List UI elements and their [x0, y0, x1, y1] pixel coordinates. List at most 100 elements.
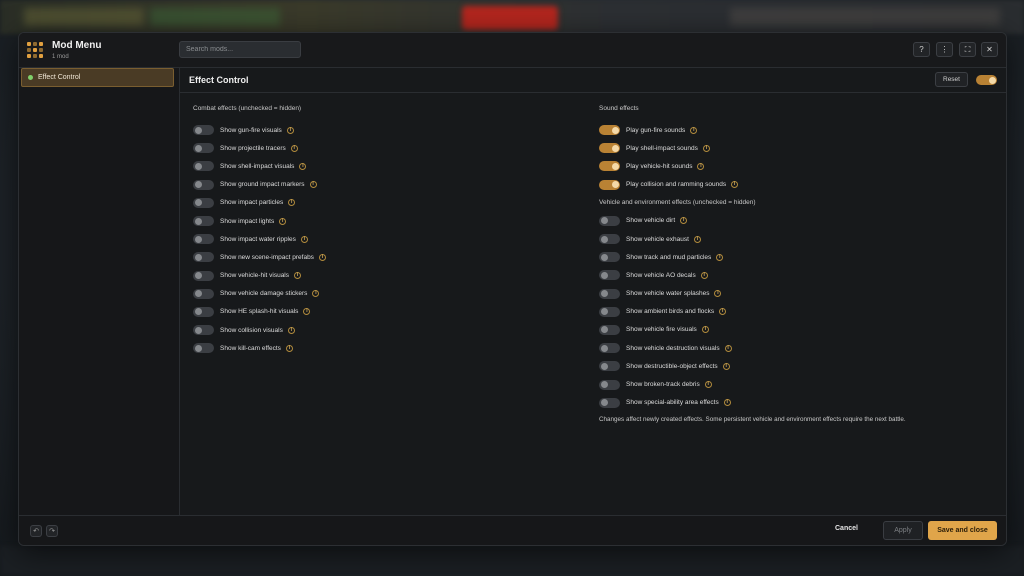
setting-label: Show ground impact markers	[220, 181, 305, 189]
close-button[interactable]: ✕	[981, 42, 998, 57]
master-enable-toggle[interactable]	[976, 75, 997, 85]
setting-toggle[interactable]	[599, 270, 620, 281]
setting-toggle[interactable]	[193, 343, 214, 354]
sidebar: Effect Control	[19, 68, 180, 515]
setting-toggle[interactable]	[193, 197, 214, 208]
info-icon[interactable]: i	[299, 162, 307, 170]
info-icon[interactable]: i	[731, 181, 739, 189]
sidebar-item-label: Effect Control	[38, 74, 81, 81]
info-icon[interactable]: i	[723, 399, 731, 407]
toggle-knob	[194, 326, 202, 334]
info-icon[interactable]: i	[294, 272, 302, 280]
info-icon[interactable]: i	[288, 199, 296, 207]
info-icon[interactable]: i	[693, 235, 701, 243]
setting-label: Play gun-fire sounds	[626, 126, 686, 134]
info-icon[interactable]: i	[722, 362, 730, 370]
setting-row: Show HE splash-hit visuals i	[193, 303, 573, 321]
info-icon[interactable]: i	[697, 162, 705, 170]
toggle-knob	[600, 362, 608, 370]
undo-button[interactable]: ↶	[30, 525, 42, 537]
info-icon[interactable]: i	[285, 344, 293, 352]
info-icon[interactable]: i	[702, 144, 710, 152]
toggle-knob	[600, 381, 608, 389]
reset-button[interactable]: Reset	[935, 72, 968, 87]
setting-label: Show new scene-impact prefabs	[220, 253, 314, 261]
setting-toggle[interactable]	[193, 288, 214, 299]
toggle-knob	[600, 253, 608, 261]
sidebar-item-effect-control[interactable]: Effect Control	[21, 68, 174, 87]
setting-toggle[interactable]	[599, 252, 620, 263]
game-background-element	[150, 8, 280, 26]
save-and-close-button[interactable]: Save and close	[928, 521, 997, 540]
setting-toggle[interactable]	[599, 379, 620, 390]
cancel-button[interactable]: Cancel	[835, 525, 858, 532]
setting-toggle[interactable]	[599, 234, 620, 245]
redo-button[interactable]: ↷	[46, 525, 58, 537]
setting-toggle[interactable]	[599, 179, 620, 190]
setting-row: Show shell-impact visuals i	[193, 157, 573, 175]
setting-toggle[interactable]	[599, 143, 620, 154]
info-icon[interactable]: i	[286, 126, 294, 134]
setting-label: Show vehicle-hit visuals	[220, 272, 290, 280]
setting-toggle[interactable]	[599, 324, 620, 335]
setting-row: Show destructible-object effects i	[599, 357, 979, 375]
setting-toggle[interactable]	[599, 215, 620, 226]
info-icon[interactable]: i	[312, 290, 320, 298]
setting-toggle[interactable]	[193, 325, 214, 336]
info-icon[interactable]: i	[279, 217, 287, 225]
setting-toggle[interactable]	[193, 125, 214, 136]
setting-toggle[interactable]	[599, 361, 620, 372]
setting-label: Show broken-track debris	[626, 381, 700, 389]
setting-toggle[interactable]	[193, 179, 214, 190]
setting-toggle[interactable]	[599, 161, 620, 172]
setting-toggle[interactable]	[193, 234, 214, 245]
setting-label: Show HE splash-hit visuals	[220, 308, 299, 316]
info-icon[interactable]: i	[318, 253, 326, 261]
setting-toggle[interactable]	[193, 143, 214, 154]
setting-row: Show vehicle dirt i	[599, 212, 979, 230]
info-icon[interactable]: i	[719, 308, 727, 316]
setting-label: Show impact particles	[220, 199, 284, 207]
setting-toggle[interactable]	[599, 397, 620, 408]
setting-row: Show new scene-impact prefabs i	[193, 248, 573, 266]
setting-toggle[interactable]	[599, 306, 620, 317]
toggle-knob	[611, 162, 619, 170]
info-icon[interactable]: i	[287, 326, 295, 334]
info-icon[interactable]: i	[309, 181, 317, 189]
info-icon[interactable]: i	[701, 326, 709, 334]
setting-row: Show collision visuals i	[193, 321, 573, 339]
info-icon[interactable]: i	[300, 235, 308, 243]
effects-note: Changes affect newly created effects. So…	[599, 415, 906, 423]
more-options-button[interactable]: ⋮	[936, 42, 953, 57]
more-icon: ⋮	[940, 45, 949, 54]
setting-toggle[interactable]	[193, 306, 214, 317]
setting-label: Show vehicle fire visuals	[626, 326, 697, 334]
info-icon[interactable]: i	[290, 144, 298, 152]
setting-toggle[interactable]	[599, 125, 620, 136]
info-icon[interactable]: i	[700, 271, 708, 279]
setting-toggle[interactable]	[193, 252, 214, 263]
setting-toggle[interactable]	[599, 288, 620, 299]
setting-label: Show ambient birds and flocks	[626, 308, 715, 316]
info-icon[interactable]: i	[716, 253, 724, 261]
apply-button[interactable]: Apply	[883, 521, 923, 540]
setting-toggle[interactable]	[599, 343, 620, 354]
game-background-battle-button	[462, 6, 558, 30]
info-icon[interactable]: i	[680, 217, 688, 225]
toggle-knob	[600, 399, 608, 407]
fullscreen-button[interactable]: ⛶	[959, 42, 976, 57]
info-icon[interactable]: i	[704, 381, 712, 389]
toggle-knob	[600, 217, 608, 225]
setting-toggle[interactable]	[193, 216, 214, 227]
search-input[interactable]	[179, 41, 301, 58]
setting-row: Show vehicle water splashes i	[599, 285, 979, 303]
toggle-knob	[194, 344, 202, 352]
active-status-dot-icon	[28, 75, 33, 80]
setting-toggle[interactable]	[193, 270, 214, 281]
info-icon[interactable]: i	[724, 344, 732, 352]
help-button[interactable]: ?	[913, 42, 930, 57]
info-icon[interactable]: i	[303, 308, 311, 316]
info-icon[interactable]: i	[714, 290, 722, 298]
setting-toggle[interactable]	[193, 161, 214, 172]
info-icon[interactable]: i	[690, 126, 698, 134]
